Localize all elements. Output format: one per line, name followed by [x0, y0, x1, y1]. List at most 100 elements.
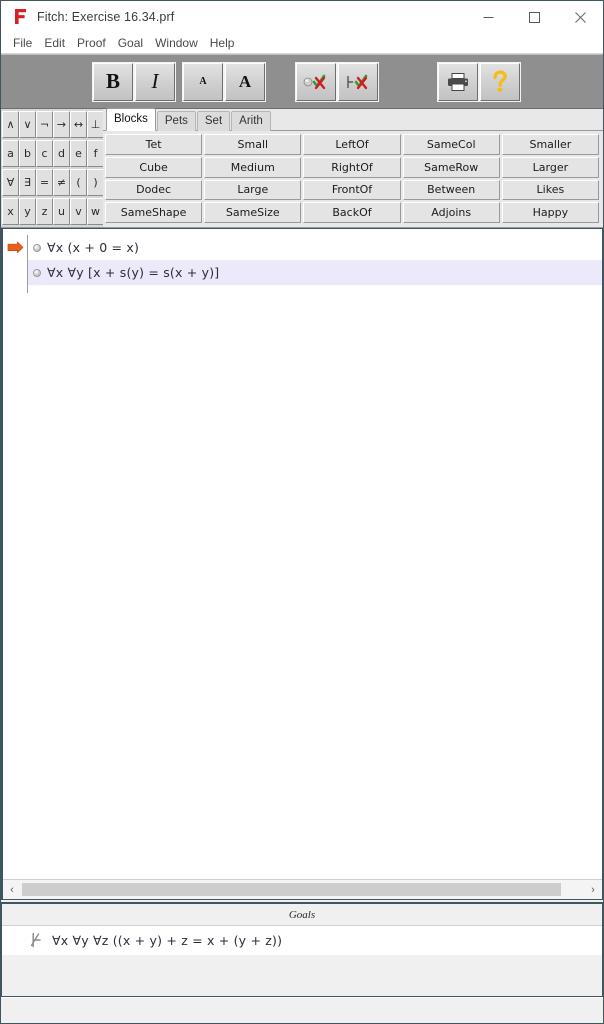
- predicate-button-cube[interactable]: Cube: [105, 156, 203, 178]
- decrease-font-button[interactable]: A: [182, 61, 224, 102]
- predicate-button-large[interactable]: Large: [204, 179, 302, 201]
- menu-item-proof[interactable]: Proof: [72, 35, 113, 52]
- menu-item-window[interactable]: Window: [150, 35, 205, 52]
- key-v[interactable]: v: [70, 198, 87, 225]
- tab-blocks[interactable]: Blocks: [106, 107, 156, 131]
- key-f[interactable]: f: [87, 140, 104, 167]
- goal-item[interactable]: ∀x ∀y ∀z ((x + y) + z = x + (y + z)): [2, 926, 602, 955]
- predicate-button-dodec[interactable]: Dodec: [105, 179, 203, 201]
- toolbar-verify-group: [295, 61, 380, 102]
- key-lparen[interactable]: (: [70, 169, 87, 196]
- increase-font-label: A: [238, 71, 252, 91]
- predicate-button-rightof[interactable]: RightOf: [303, 156, 401, 178]
- toolbar-output-group: [437, 61, 522, 102]
- key-c[interactable]: c: [36, 140, 53, 167]
- predicate-button-samecol[interactable]: SameCol: [402, 134, 500, 155]
- predicate-button-happy[interactable]: Happy: [501, 202, 599, 223]
- not-entails-icon: [30, 932, 43, 948]
- increase-font-button[interactable]: A: [224, 61, 266, 102]
- verify-proof-button[interactable]: [337, 61, 379, 102]
- premise-block: ∀x (x + 0 = x) ∀x ∀y [x + s(y) = s(x + y…: [3, 229, 602, 293]
- maximize-icon[interactable]: [511, 1, 557, 33]
- help-button[interactable]: [479, 61, 521, 102]
- printer-icon: [448, 72, 468, 91]
- menu-bar: File Edit Proof Goal Window Help: [1, 33, 603, 54]
- proof-line-1[interactable]: ∀x (x + 0 = x): [3, 235, 602, 260]
- predicate-button-smaller[interactable]: Smaller: [501, 134, 599, 155]
- key-notequals[interactable]: ≠: [53, 169, 70, 196]
- key-u[interactable]: u: [53, 198, 70, 225]
- help-question-icon: [493, 69, 507, 92]
- proof-formula: ∀x ∀y [x + s(y) = s(x + y)]: [47, 265, 220, 280]
- key-iff[interactable]: ↔: [70, 111, 87, 138]
- menu-item-goal[interactable]: Goal: [113, 35, 150, 52]
- predicate-panel: Blocks Pets Set Arith Tet Small LeftOf S…: [103, 107, 603, 227]
- key-d[interactable]: d: [53, 140, 70, 167]
- tab-pets[interactable]: Pets: [156, 110, 196, 131]
- key-bottom[interactable]: ⊥: [87, 111, 104, 138]
- scroll-right-arrow-icon[interactable]: ›: [584, 880, 602, 899]
- predicate-button-grid: Tet Small LeftOf SameCol Smaller Cube Me…: [103, 131, 603, 227]
- predicate-button-larger[interactable]: Larger: [501, 156, 599, 178]
- bold-button[interactable]: B: [92, 61, 134, 102]
- predicate-button-likes[interactable]: Likes: [501, 179, 599, 201]
- scrollbar-track[interactable]: [22, 883, 583, 896]
- proof-line-2[interactable]: ∀x ∀y [x + s(y) = s(x + y)]: [3, 260, 602, 285]
- menu-item-edit[interactable]: Edit: [39, 35, 72, 52]
- key-rparen[interactable]: ): [87, 169, 104, 196]
- predicate-button-tet[interactable]: Tet: [105, 134, 203, 155]
- scrollbar-thumb[interactable]: [22, 883, 561, 896]
- print-button[interactable]: [437, 61, 479, 102]
- key-w[interactable]: w: [87, 198, 104, 225]
- tab-arith[interactable]: Arith: [231, 110, 271, 131]
- toolbar-format-group: B I A A: [92, 61, 267, 102]
- fitch-application-window: Fitch: Exercise 16.34.prf File Edit Proo…: [0, 0, 604, 1024]
- key-and[interactable]: ∧: [2, 111, 19, 138]
- step-marker-icon[interactable]: [33, 268, 41, 277]
- bold-label: B: [105, 69, 120, 93]
- minimize-icon[interactable]: [465, 1, 511, 33]
- predicate-button-sameshape[interactable]: SameShape: [105, 202, 203, 223]
- proof-horizontal-scrollbar[interactable]: ‹ ›: [3, 879, 602, 899]
- key-y[interactable]: y: [19, 198, 36, 225]
- step-marker-icon[interactable]: [33, 243, 41, 252]
- predicate-button-between[interactable]: Between: [402, 179, 500, 201]
- goals-panel: Goals ∀x ∀y ∀z ((x + y) + z = x + (y + z…: [1, 902, 603, 997]
- predicate-button-small[interactable]: Small: [204, 134, 302, 155]
- close-icon[interactable]: [557, 1, 603, 33]
- goals-list: ∀x ∀y ∀z ((x + y) + z = x + (y + z)): [2, 926, 602, 996]
- goal-formula: ∀x ∀y ∀z ((x + y) + z = x + (y + z)): [52, 932, 283, 948]
- italic-button[interactable]: I: [134, 61, 176, 102]
- key-z[interactable]: z: [36, 198, 53, 225]
- key-b[interactable]: b: [19, 140, 36, 167]
- key-x[interactable]: x: [2, 198, 19, 225]
- proof-canvas[interactable]: ∀x (x + 0 = x) ∀x ∀y [x + s(y) = s(x + y…: [3, 229, 602, 879]
- key-implies[interactable]: →: [53, 111, 70, 138]
- scroll-left-arrow-icon[interactable]: ‹: [3, 880, 21, 899]
- verify-sentence-icon: [303, 74, 326, 89]
- predicate-button-medium[interactable]: Medium: [204, 156, 302, 178]
- predicate-button-adjoins[interactable]: Adjoins: [402, 202, 500, 223]
- key-e[interactable]: e: [70, 140, 87, 167]
- key-forall[interactable]: ∀: [2, 169, 19, 196]
- key-exists[interactable]: ∃: [19, 169, 36, 196]
- verify-sentence-button[interactable]: [295, 61, 337, 102]
- predicate-button-samesize[interactable]: SameSize: [204, 202, 302, 223]
- proof-line-body[interactable]: ∀x (x + 0 = x): [27, 235, 602, 260]
- goals-header-label: Goals: [2, 904, 602, 926]
- proof-line-body[interactable]: ∀x ∀y [x + s(y) = s(x + y)]: [27, 260, 602, 285]
- key-a[interactable]: a: [2, 140, 19, 167]
- tab-set[interactable]: Set: [196, 110, 231, 131]
- predicate-button-leftof[interactable]: LeftOf: [303, 134, 401, 155]
- goals-empty-area: [2, 955, 602, 996]
- menu-item-file[interactable]: File: [8, 35, 39, 52]
- key-or[interactable]: ∨: [19, 111, 36, 138]
- proof-formula: ∀x (x + 0 = x): [47, 240, 140, 255]
- predicate-button-backof[interactable]: BackOf: [303, 202, 401, 223]
- predicate-button-samerow[interactable]: SameRow: [402, 156, 500, 178]
- symbol-and-predicate-panel: ∧ ∨ ¬ → ↔ ⊥ a b c d e f ∀ ∃ = ≠ ( ) x y …: [1, 107, 603, 228]
- menu-item-help[interactable]: Help: [205, 35, 242, 52]
- key-equals[interactable]: =: [36, 169, 53, 196]
- predicate-button-frontof[interactable]: FrontOf: [303, 179, 401, 201]
- key-not[interactable]: ¬: [36, 111, 53, 138]
